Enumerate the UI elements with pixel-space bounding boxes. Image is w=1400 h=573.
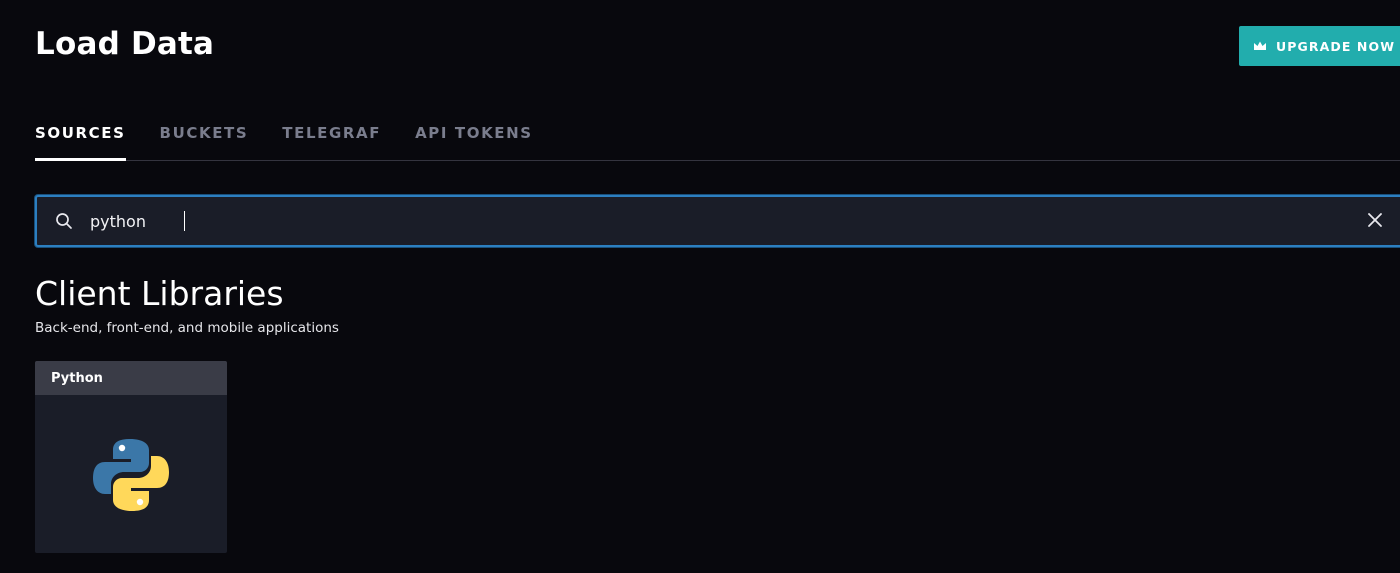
- tab-bar: SOURCES BUCKETS TELEGRAF API TOKENS: [35, 118, 1400, 161]
- tab-sources[interactable]: SOURCES: [35, 118, 126, 161]
- upgrade-now-button[interactable]: UPGRADE NOW: [1239, 26, 1400, 66]
- close-icon[interactable]: [1367, 212, 1383, 232]
- tab-telegraf[interactable]: TELEGRAF: [282, 118, 381, 161]
- section-title: Client Libraries: [35, 274, 284, 313]
- tab-api-tokens[interactable]: API TOKENS: [415, 118, 533, 161]
- section-subtitle: Back-end, front-end, and mobile applicat…: [35, 320, 339, 336]
- library-card-python[interactable]: Python: [35, 361, 227, 553]
- tab-buckets[interactable]: BUCKETS: [160, 118, 249, 161]
- upgrade-now-label: UPGRADE NOW: [1276, 38, 1396, 54]
- card-title: Python: [35, 361, 227, 395]
- search-box[interactable]: [35, 195, 1400, 247]
- python-logo-icon: [92, 436, 170, 518]
- text-caret: [184, 211, 185, 231]
- crown-icon: [1253, 40, 1267, 52]
- search-input[interactable]: [90, 207, 1360, 235]
- search-icon: [55, 212, 73, 234]
- load-data-page: Load Data UPGRADE NOW SOURCES BUCKETS TE…: [0, 0, 1400, 573]
- page-title: Load Data: [35, 26, 215, 62]
